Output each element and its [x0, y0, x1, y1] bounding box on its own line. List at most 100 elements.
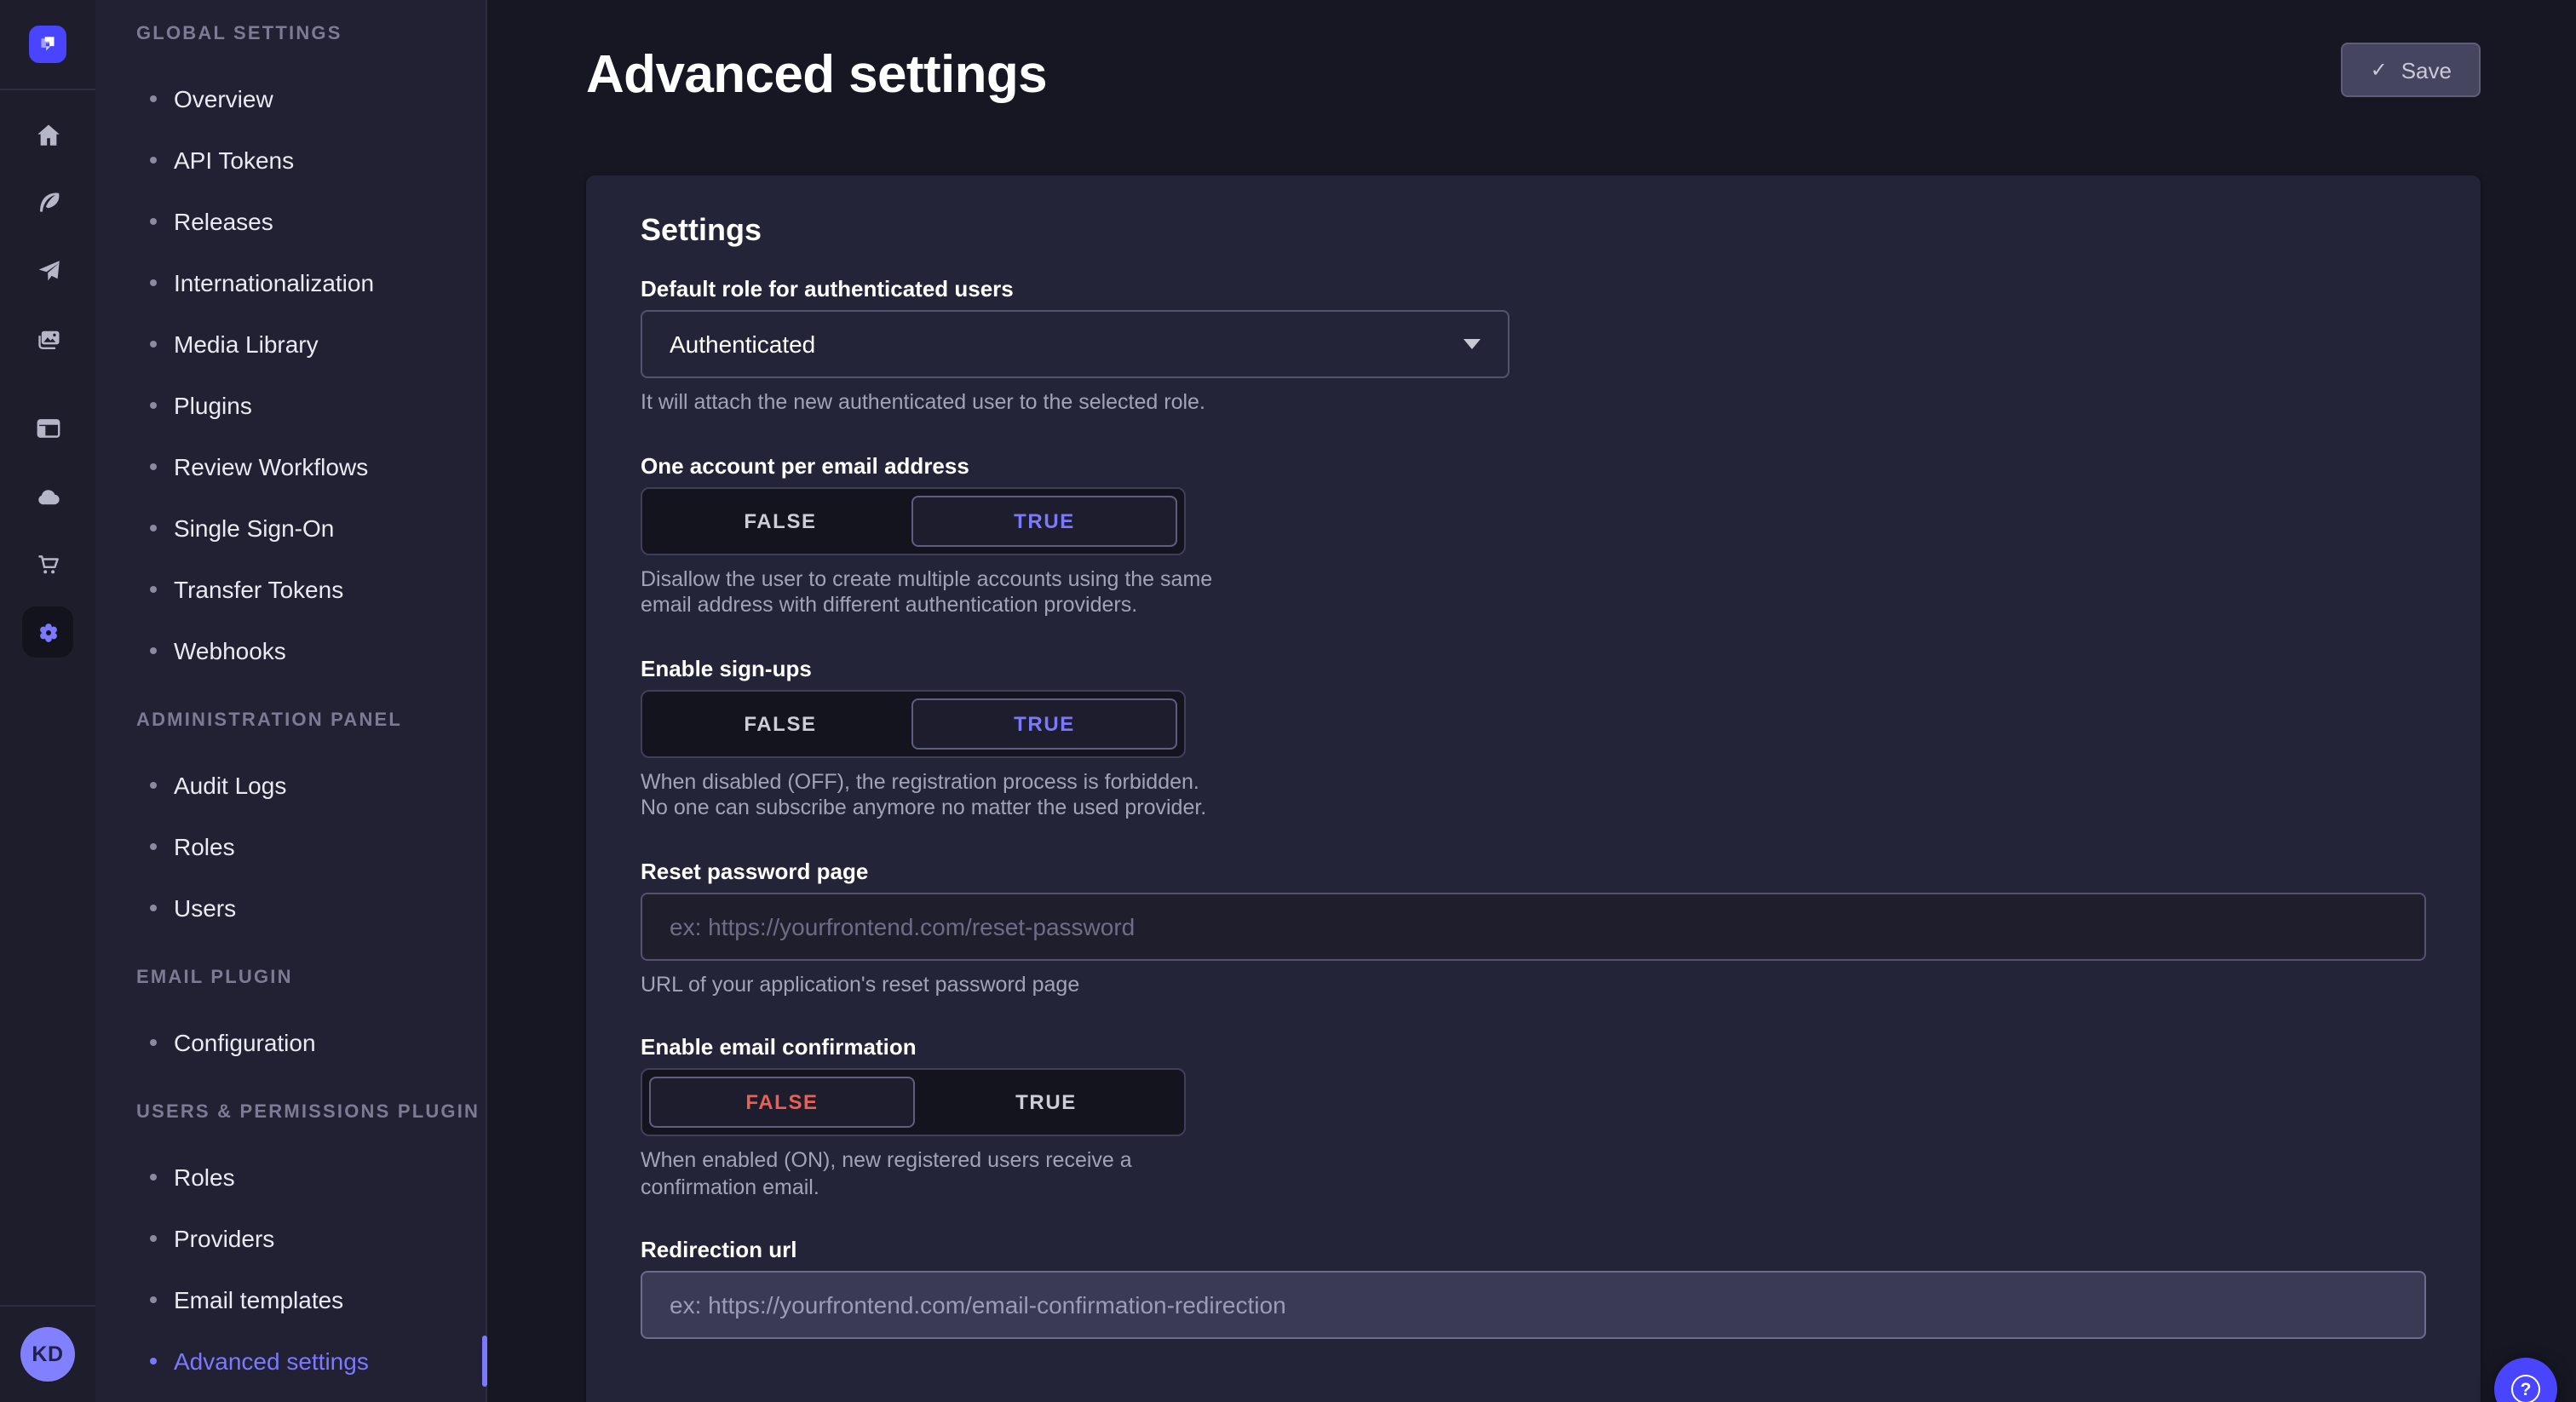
field-hint: URL of your application's reset password… [641, 972, 2426, 998]
toggle-option-false[interactable]: FALSE [649, 698, 911, 749]
main-content: Advanced settings ✓ Save Settings Defaul… [487, 0, 2576, 1402]
chevron-down-icon [1463, 339, 1481, 349]
nav-item-overview[interactable]: Overview [136, 68, 486, 129]
field-one-account-per-email: One account per email address FALSE TRUE… [641, 452, 2426, 619]
bullet-icon [150, 843, 157, 850]
settings-gear-icon[interactable] [22, 606, 73, 658]
bullet-icon [150, 782, 157, 789]
bullet-icon [150, 402, 157, 409]
toggle-option-true[interactable]: TRUE [911, 698, 1177, 749]
nav-item-api-tokens[interactable]: API Tokens [136, 129, 486, 191]
panel-heading: Settings [641, 213, 2426, 249]
home-icon[interactable] [14, 101, 82, 169]
field-reset-password-page: Reset password page URL of your applicat… [641, 858, 2426, 998]
bullet-icon [150, 95, 157, 102]
media-library-icon[interactable] [14, 305, 82, 373]
nav-item-releases[interactable]: Releases [136, 191, 486, 252]
reset-password-input[interactable] [641, 892, 2426, 960]
settings-subnav: GLOBAL SETTINGS Overview API Tokens Rele… [95, 0, 487, 1402]
bullet-icon [150, 647, 157, 654]
bullet-icon [150, 463, 157, 470]
field-label: Enable email confirmation [641, 1034, 2426, 1060]
bullet-icon [150, 1296, 157, 1303]
layout-icon[interactable] [14, 394, 82, 462]
field-hint: When enabled (ON), new registered users … [641, 1148, 1223, 1201]
redirection-url-input[interactable] [641, 1271, 2426, 1339]
check-icon: ✓ [2371, 58, 2388, 82]
bullet-icon [150, 1235, 157, 1242]
bullet-icon [150, 905, 157, 911]
nav-section-header: EMAIL PLUGIN [136, 966, 486, 990]
save-button[interactable]: ✓ Save [2342, 43, 2481, 97]
nav-section-header: USERS & PERMISSIONS PLUGIN [136, 1100, 486, 1124]
nav-item-email-configuration[interactable]: Configuration [136, 1012, 486, 1073]
bullet-icon [150, 218, 157, 225]
settings-panel: Settings Default role for authenticated … [586, 175, 2481, 1402]
nav-item-single-sign-on[interactable]: Single Sign-On [136, 497, 486, 559]
nav-item-webhooks[interactable]: Webhooks [136, 620, 486, 681]
bullet-icon [150, 1174, 157, 1181]
nav-icon-list [0, 90, 95, 666]
field-enable-sign-ups: Enable sign-ups FALSE TRUE When disabled… [641, 655, 2426, 822]
page-title: Advanced settings [586, 43, 1047, 107]
field-label: Reset password page [641, 858, 2426, 883]
question-mark-icon: ? [2511, 1375, 2540, 1402]
nav-item-email-templates[interactable]: Email templates [136, 1269, 486, 1330]
cloud-icon[interactable] [14, 462, 82, 530]
default-role-select[interactable]: Authenticated [641, 310, 1509, 378]
field-label: One account per email address [641, 452, 2426, 478]
nav-item-providers[interactable]: Providers [136, 1208, 486, 1269]
field-label: Redirection url [641, 1237, 2426, 1262]
nav-section-header: GLOBAL SETTINGS [136, 22, 486, 46]
bullet-icon [150, 1039, 157, 1046]
strapi-logo[interactable] [29, 26, 66, 63]
toggle-option-true[interactable]: TRUE [915, 1077, 1177, 1128]
toggle-option-false[interactable]: FALSE [649, 1077, 915, 1128]
page-header: Advanced settings ✓ Save [487, 0, 2576, 107]
nav-item-up-roles[interactable]: Roles [136, 1146, 486, 1208]
nav-item-admin-roles[interactable]: Roles [136, 816, 486, 877]
nav-item-internationalization[interactable]: Internationalization [136, 252, 486, 313]
nav-item-advanced-settings[interactable]: Advanced settings [136, 1330, 486, 1392]
field-label: Default role for authenticated users [641, 276, 2426, 302]
nav-item-media-library[interactable]: Media Library [136, 313, 486, 375]
one-account-toggle: FALSE TRUE [641, 486, 1186, 554]
paper-plane-icon[interactable] [14, 237, 82, 305]
field-hint: It will attach the new authenticated use… [641, 390, 2426, 417]
bullet-icon [150, 525, 157, 531]
nav-item-plugins[interactable]: Plugins [136, 375, 486, 436]
nav-item-audit-logs[interactable]: Audit Logs [136, 755, 486, 816]
nav-section-users-permissions-plugin: USERS & PERMISSIONS PLUGIN Roles Provide… [136, 1100, 486, 1392]
field-enable-email-confirmation: Enable email confirmation FALSE TRUE Whe… [641, 1034, 2426, 1201]
main-nav-strip: KD [0, 0, 95, 1402]
toggle-option-false[interactable]: FALSE [649, 495, 911, 546]
bullet-icon [150, 157, 157, 164]
user-avatar[interactable]: KD [20, 1327, 75, 1382]
bullet-icon [150, 1358, 157, 1365]
select-value: Authenticated [670, 330, 815, 358]
app-window: KD GLOBAL SETTINGS Overview API Tokens R… [0, 0, 2576, 1402]
sign-ups-toggle: FALSE TRUE [641, 689, 1186, 757]
field-redirection-url: Redirection url [641, 1237, 2426, 1339]
nav-section-header: ADMINISTRATION PANEL [136, 709, 486, 733]
bullet-icon [150, 279, 157, 286]
nav-item-review-workflows[interactable]: Review Workflows [136, 436, 486, 497]
profile-area: KD [0, 1305, 95, 1402]
feather-icon[interactable] [14, 169, 82, 237]
field-default-role: Default role for authenticated users Aut… [641, 276, 2426, 417]
cart-icon[interactable] [14, 530, 82, 598]
nav-item-transfer-tokens[interactable]: Transfer Tokens [136, 559, 486, 620]
nav-item-admin-users[interactable]: Users [136, 877, 486, 939]
nav-section-global-settings: GLOBAL SETTINGS Overview API Tokens Rele… [136, 22, 486, 681]
nav-section-administration-panel: ADMINISTRATION PANEL Audit Logs Roles Us… [136, 709, 486, 939]
toggle-option-true[interactable]: TRUE [911, 495, 1177, 546]
bullet-icon [150, 586, 157, 593]
nav-section-email-plugin: EMAIL PLUGIN Configuration [136, 966, 486, 1073]
email-confirmation-toggle: FALSE TRUE [641, 1068, 1186, 1136]
bullet-icon [150, 341, 157, 348]
strapi-logo-icon [32, 29, 63, 60]
field-hint: Disallow the user to create multiple acc… [641, 566, 1223, 619]
field-label: Enable sign-ups [641, 655, 2426, 681]
logo-area [0, 0, 95, 90]
save-button-label: Save [2401, 57, 2452, 83]
